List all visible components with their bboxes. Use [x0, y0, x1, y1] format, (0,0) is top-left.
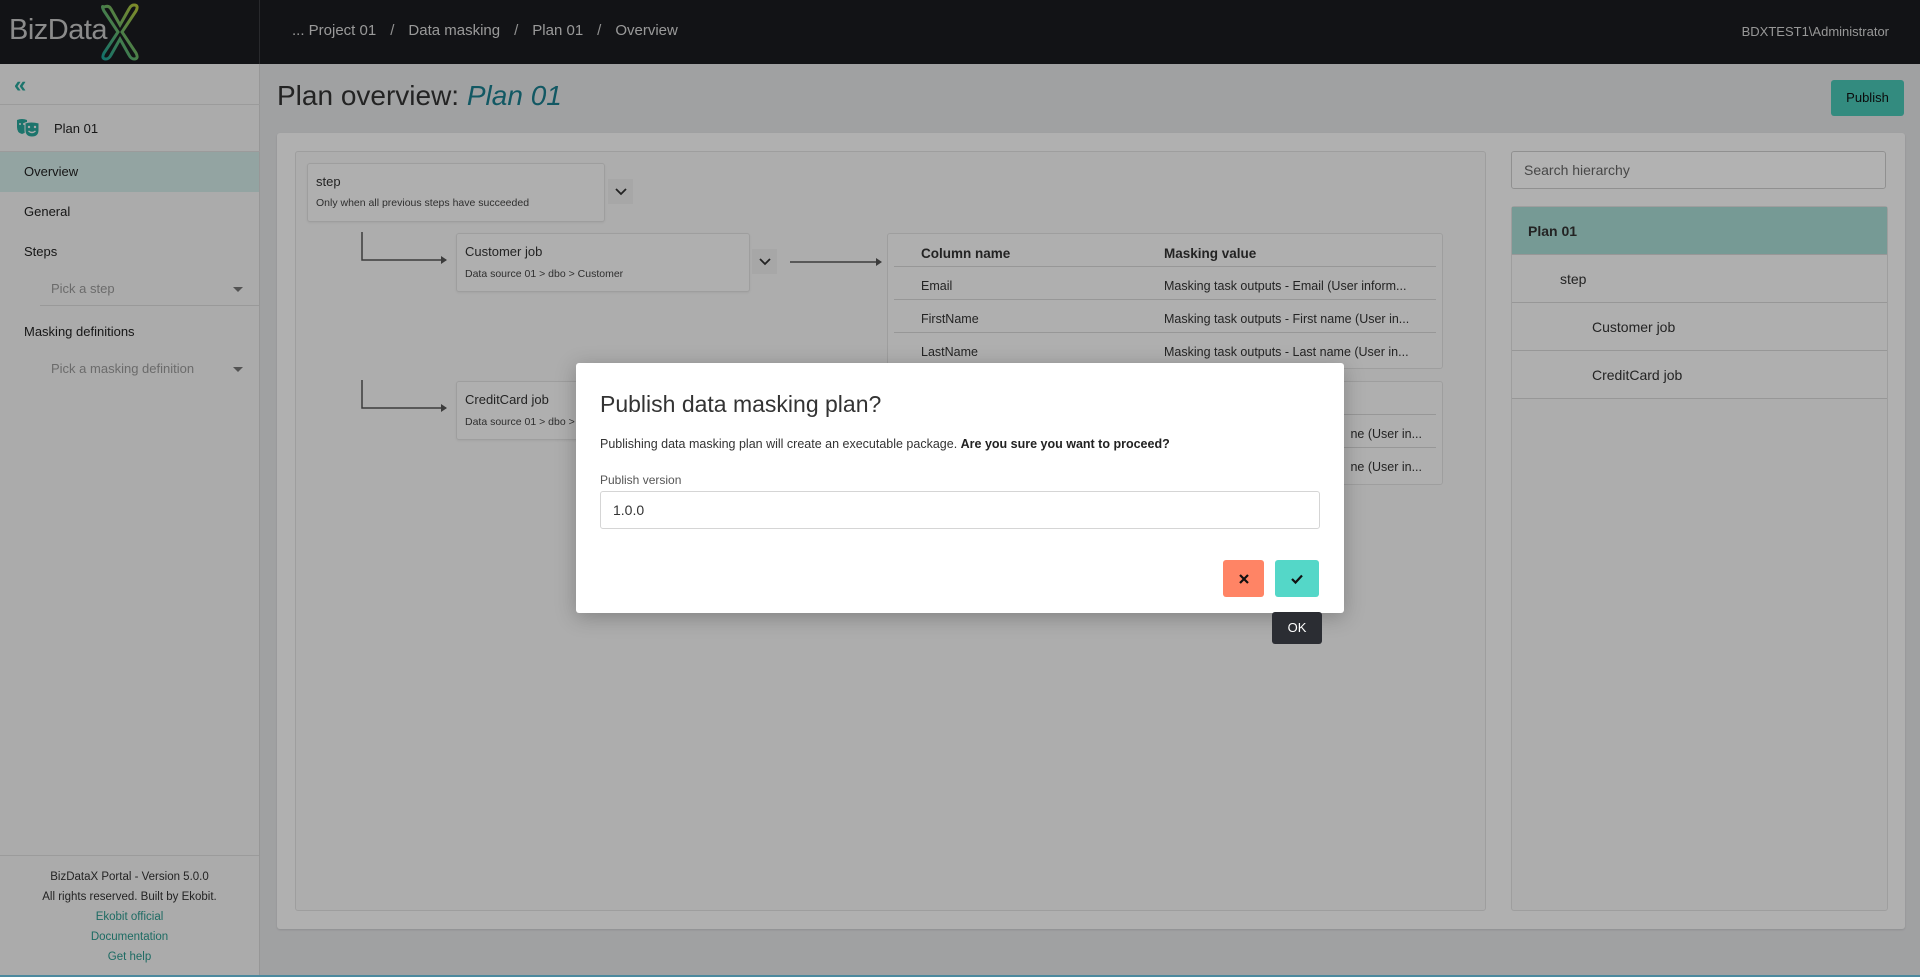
check-icon	[1291, 574, 1303, 584]
dialog-message: Publishing data masking plan will create…	[600, 437, 1170, 451]
confirm-tooltip: OK	[1272, 612, 1322, 644]
dialog-message-question: Are you sure you want to proceed?	[960, 437, 1170, 451]
dialog-title: Publish data masking plan?	[600, 391, 882, 417]
publish-dialog: Publish data masking plan? Publishing da…	[576, 363, 1344, 613]
confirm-button[interactable]	[1275, 560, 1319, 597]
publish-version-input[interactable]	[600, 491, 1320, 529]
cancel-button[interactable]	[1223, 560, 1264, 597]
publish-version-label: Publish version	[600, 473, 682, 487]
dialog-message-text: Publishing data masking plan will create…	[600, 437, 958, 451]
close-icon	[1238, 573, 1249, 584]
